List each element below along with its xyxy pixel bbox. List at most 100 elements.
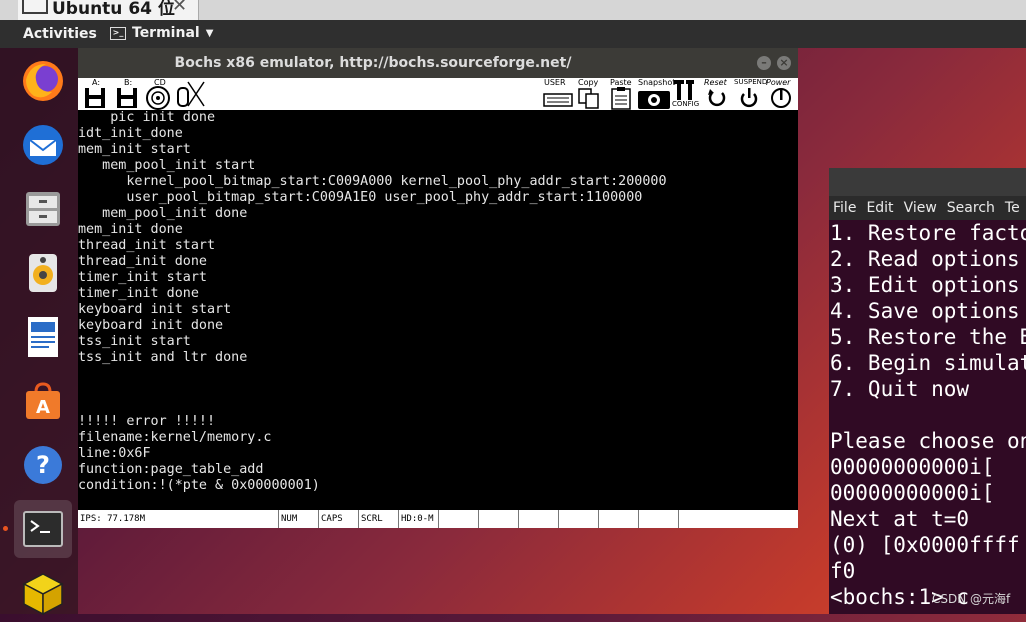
power-button[interactable]: Power [766, 78, 798, 110]
terminal-line: 5. Restore the B [830, 325, 1026, 349]
copy-button[interactable]: Copy [576, 78, 602, 110]
user-button[interactable]: USER [542, 78, 574, 110]
speaker-icon [29, 254, 57, 292]
console-line: function:page_table_add [78, 462, 264, 477]
console-line: keyboard init done [78, 318, 224, 333]
dock-thunderbird[interactable] [14, 116, 72, 174]
shopping-bag-icon: A [26, 382, 60, 419]
dock-help[interactable]: ? [14, 436, 72, 494]
status-slot [598, 510, 638, 528]
terminal-menu-item[interactable]: File [833, 200, 856, 216]
config-button[interactable]: CONFIG [672, 78, 699, 110]
console-line: tss_init and ltr done [78, 350, 248, 365]
status-slot [558, 510, 598, 528]
console-line: condition:!(*pte & 0x00000001) [78, 478, 320, 493]
terminal-menu-item[interactable]: View [904, 200, 937, 216]
tools-icon [674, 80, 694, 100]
console-line: tss_init start [78, 334, 191, 349]
console-line: thread_init start [78, 238, 216, 253]
console-line: mem_pool_init start [78, 158, 256, 173]
terminal-line: Please choose on [830, 429, 1026, 453]
ips-readout: IPS: 77.178M [80, 514, 146, 524]
terminal-line: 2. Read options [830, 247, 1020, 271]
bochs-window: Bochs x86 emulator, http://bochs.sourcef… [78, 48, 798, 528]
console-line: mem_init start [78, 142, 191, 157]
console-line: user_pool_bitmap_start:C009A1E0 user_poo… [78, 190, 643, 205]
terminal-icon [23, 511, 63, 547]
terminal-line: f0 [830, 559, 856, 583]
gnome-top-bar: Activities >_ Terminal ▼ [0, 20, 1026, 48]
snapshot-button[interactable]: Snapshot [636, 78, 675, 110]
terminal-menubar: File Edit View Search Te [829, 196, 1026, 220]
console-line: line:0x6F [78, 446, 151, 461]
mouse-button[interactable] [174, 78, 206, 110]
terminal-line: 3. Edit options [830, 273, 1020, 297]
host-tab[interactable]: Ubuntu 64 位 ✕ [18, 0, 199, 20]
svg-text:A: A [36, 397, 50, 418]
minimize-button[interactable]: – [757, 56, 771, 70]
floppy-a-button[interactable]: A: [82, 78, 108, 110]
status-slot [518, 510, 558, 528]
status-slot [638, 510, 678, 528]
terminal-line: 00000000000i[ [830, 481, 995, 505]
bochs-toolbar: A: B: CD USER Copy Paste Snapshot CONFIG… [78, 78, 798, 110]
thunderbird-icon [23, 125, 63, 165]
suspend-button[interactable]: SUSPEND [734, 78, 767, 110]
scroll-lock-indicator: SCRL [358, 510, 398, 528]
terminal-menu-item[interactable]: Edit [866, 200, 893, 216]
bochs-status-bar: IPS: 77.178M NUM CAPS SCRL HD:0-M [78, 510, 798, 528]
host-tab-strip: Ubuntu 64 位 ✕ [0, 0, 1026, 20]
terminal-menu-item[interactable]: Search [947, 200, 995, 216]
dock-firefox[interactable] [14, 52, 72, 110]
mouse-icon [177, 81, 205, 107]
terminal-line: (0) [0x0000ffff [830, 533, 1020, 557]
host-tab-title: Ubuntu 64 位 [52, 0, 175, 19]
reset-button[interactable]: Reset [702, 78, 732, 110]
terminal-line: 6. Begin simulat [830, 351, 1026, 375]
running-indicator [3, 526, 8, 531]
bochs-console-screen[interactable]: pic init done idt_init_done mem_init start… [78, 110, 798, 510]
close-button[interactable]: × [777, 56, 791, 70]
firefox-icon [23, 61, 63, 101]
activities-button[interactable]: Activities [23, 26, 97, 42]
console-line: !!!!! error !!!!! [78, 414, 216, 429]
caret-down-icon: ▼ [205, 27, 214, 39]
caps-lock-indicator: CAPS [318, 510, 358, 528]
dock-bochs[interactable] [14, 564, 72, 622]
document-icon [28, 317, 58, 357]
console-line: filename:kernel/memory.c [78, 430, 272, 445]
terminal-titlebar[interactable] [829, 168, 1026, 196]
terminal-line: 7. Quit now [830, 377, 970, 401]
terminal-menu-item[interactable]: Te [1005, 200, 1020, 216]
dock-writer[interactable] [14, 308, 72, 366]
dock-terminal[interactable] [14, 500, 72, 558]
console-line: thread_init done [78, 254, 207, 269]
help-icon: ? [24, 446, 62, 484]
terminal-output[interactable]: 1. Restore facto 2. Read options 3. Edit o… [830, 220, 1026, 614]
watermark: CSDN @元海f [932, 592, 1011, 606]
close-icon[interactable]: ✕ [172, 0, 187, 16]
status-slot [478, 510, 518, 528]
file-cabinet-icon [26, 192, 60, 226]
app-menu-label: Terminal [132, 25, 200, 41]
terminal-line: Next at t=0 [830, 507, 970, 531]
cdrom-button[interactable]: CD [144, 78, 172, 110]
console-line: timer_init start [78, 270, 207, 285]
floppy-b-button[interactable]: B: [114, 78, 140, 110]
hd-indicator: HD:0-M [398, 510, 438, 528]
console-line: kernel_pool_bitmap_start:C009A000 kernel… [78, 174, 667, 189]
vm-icon [22, 0, 48, 14]
paste-button[interactable]: Paste [608, 78, 634, 110]
dock-rhythmbox[interactable] [14, 244, 72, 302]
num-lock-indicator: NUM [278, 510, 318, 528]
app-menu-button[interactable]: >_ Terminal ▼ [110, 25, 213, 41]
bochs-titlebar[interactable]: Bochs x86 emulator, http://bochs.sourcef… [78, 48, 798, 78]
dock: A ? [0, 48, 78, 616]
terminal-line: 4. Save options [830, 299, 1020, 323]
dock-files[interactable] [14, 180, 72, 238]
console-line: pic init done [78, 110, 216, 125]
dock-software[interactable]: A [14, 372, 72, 430]
